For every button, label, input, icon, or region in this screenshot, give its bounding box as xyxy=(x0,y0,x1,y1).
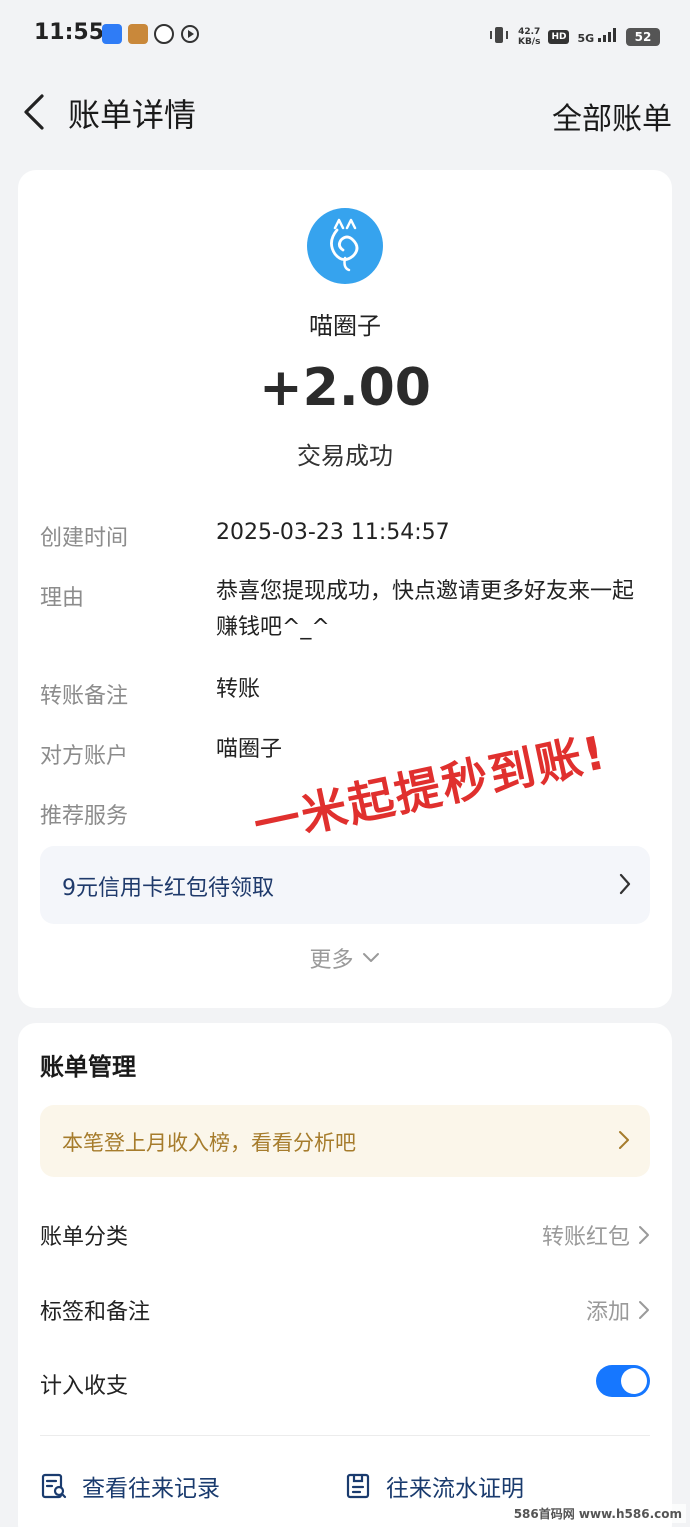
category-label: 账单分类 xyxy=(40,1225,129,1250)
view-records-label: 查看往来记录 xyxy=(82,1476,220,1502)
document-icon xyxy=(346,1473,370,1499)
more-label: 更多 xyxy=(309,948,354,973)
remark-label: 转账备注 xyxy=(40,684,129,709)
signal-label: 5G xyxy=(577,32,595,45)
reason-value: 恭喜您提现成功，快点邀请更多好友来一起赚钱吧^_^ xyxy=(216,579,635,640)
transaction-status: 交易成功 xyxy=(297,442,393,470)
income-rank-tip[interactable]: 本笔登上月收入榜，看看分析吧 xyxy=(40,1105,650,1177)
toggle-knob xyxy=(621,1368,647,1394)
watermark: 586首码网 www.h586.com xyxy=(509,1504,686,1523)
merchant-logo xyxy=(307,208,383,284)
net-speed: 42.7 KB/s xyxy=(518,27,540,47)
amount: +2.00 xyxy=(259,358,431,418)
create-time-value: 2025-03-23 11:54:57 xyxy=(216,520,450,545)
include-label: 计入收支 xyxy=(40,1374,129,1399)
merchant-name: 喵圈子 xyxy=(309,312,381,340)
circle-notification-icon xyxy=(154,24,174,44)
tags-value: 添加 xyxy=(585,1300,630,1325)
app-notification-icon xyxy=(102,24,122,44)
service-label: 推荐服务 xyxy=(40,804,129,829)
back-arrow-icon xyxy=(24,94,44,130)
signal-bars-icon xyxy=(598,28,616,42)
reason-label: 理由 xyxy=(40,586,85,611)
statement-proof-label: 往来流水证明 xyxy=(386,1476,524,1502)
statement-proof-button[interactable]: 往来流水证明 xyxy=(344,1469,524,1503)
tags-label: 标签和备注 xyxy=(40,1300,151,1325)
chevron-right-icon xyxy=(618,872,632,900)
hd-badge: HD xyxy=(548,29,570,44)
bill-detail-card: 喵圈子 +2.00 交易成功 创建时间 2025-03-23 11:54:57 … xyxy=(18,170,672,1008)
section-title: 账单管理 xyxy=(40,1053,136,1081)
status-time: 11:55 xyxy=(34,20,105,45)
divider xyxy=(40,1435,650,1436)
chevron-right-icon xyxy=(618,1129,630,1155)
page-title: 账单详情 xyxy=(68,96,197,134)
credit-card-promo[interactable]: 9元信用卡红包待领取 xyxy=(40,846,650,924)
remark-value: 转账 xyxy=(216,677,261,702)
net-speed-value: 42.7 xyxy=(518,26,541,37)
status-right: 42.7 KB/s HD 5G 52 xyxy=(488,24,660,49)
play-notification-icon xyxy=(180,24,200,48)
tags-row[interactable]: 添加 xyxy=(586,1294,650,1326)
back-button[interactable] xyxy=(20,92,50,132)
status-bar: 11:55 42.7 KB/s HD 5G 52 xyxy=(0,0,690,70)
notification-icons xyxy=(102,24,200,48)
signal-indicator: 5G xyxy=(577,28,618,45)
chevron-right-icon xyxy=(639,1301,649,1319)
view-records-button[interactable]: 查看往来记录 xyxy=(40,1469,220,1503)
include-toggle[interactable] xyxy=(596,1365,650,1397)
chevron-down-icon xyxy=(361,946,381,971)
tip-text: 本笔登上月收入榜，看看分析吧 xyxy=(62,1131,356,1155)
battery-indicator: 52 xyxy=(626,27,660,46)
category-value: 转账红包 xyxy=(541,1225,630,1250)
chevron-right-icon xyxy=(639,1226,649,1244)
promo-text: 9元信用卡红包待领取 xyxy=(62,876,274,901)
counterparty-label: 对方账户 xyxy=(40,744,129,769)
create-time-label: 创建时间 xyxy=(40,526,129,551)
all-bills-link[interactable]: 全部账单 xyxy=(552,94,672,138)
cat-logo-icon xyxy=(330,218,359,272)
bill-management-card: 账单管理 本笔登上月收入榜，看看分析吧 账单分类 转账红包 标签和备注 添加 计… xyxy=(18,1023,672,1527)
vibrate-icon xyxy=(488,24,510,49)
game-notification-icon xyxy=(128,24,148,44)
records-search-icon xyxy=(41,1473,67,1499)
category-row[interactable]: 转账红包 xyxy=(542,1219,650,1251)
nav-bar: 账单详情 全部账单 xyxy=(0,80,690,144)
more-button[interactable]: 更多 xyxy=(18,942,672,974)
net-speed-unit: KB/s xyxy=(517,36,541,47)
